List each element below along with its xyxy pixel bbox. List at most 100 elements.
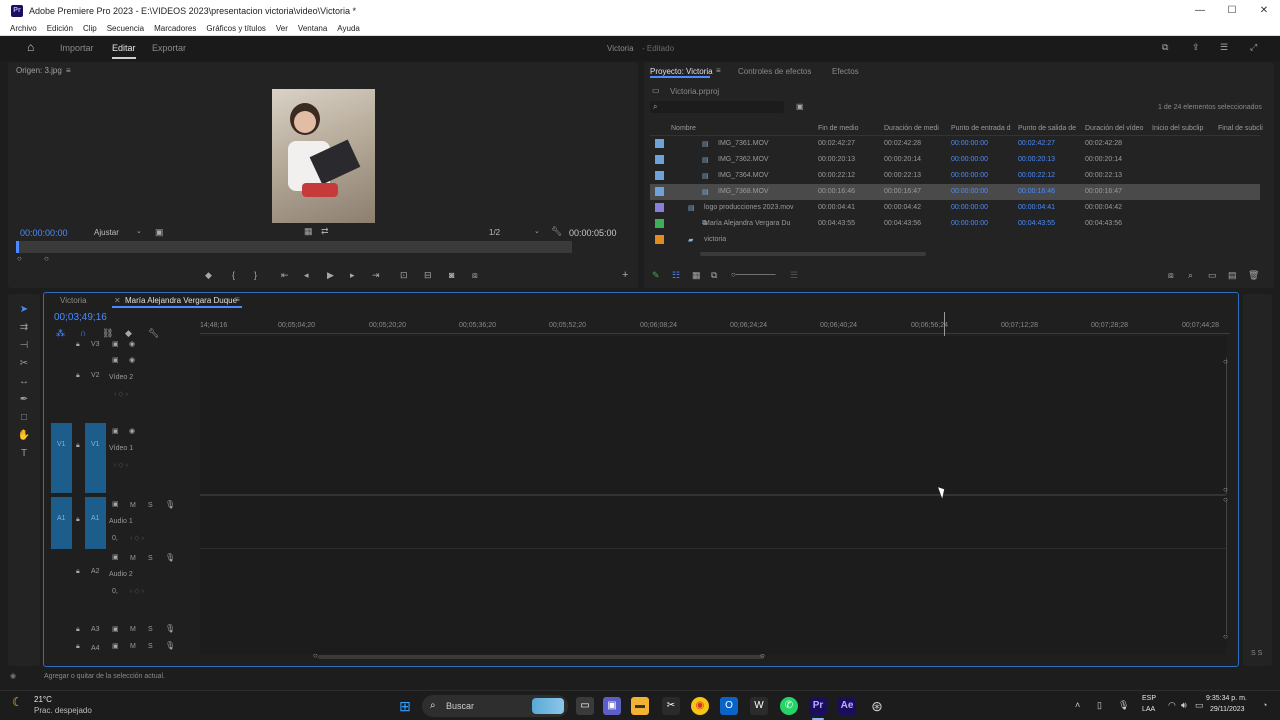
panel-menu-icon[interactable]: ≡ bbox=[716, 66, 721, 76]
chevron-down-icon[interactable]: ⌄ bbox=[534, 227, 540, 237]
scroll-handle[interactable]: ○ bbox=[1223, 495, 1228, 505]
share-icon[interactable]: ⇪ bbox=[1192, 42, 1200, 52]
safe-margins-icon[interactable]: ▣ bbox=[155, 227, 164, 237]
sync-lock-icon[interactable]: ▣ bbox=[112, 553, 119, 563]
workspaces-menu-icon[interactable]: ☰ bbox=[1220, 42, 1228, 52]
project-row[interactable]: ▤ IMG_7362.MOV 00:00:20:13 00:00:20:14 00:00… bbox=[650, 152, 1260, 168]
scroll-handle[interactable]: ○ bbox=[1223, 485, 1228, 495]
pencil-icon[interactable]: ✎ bbox=[652, 270, 660, 280]
premiere-taskbar-icon[interactable]: Pr bbox=[809, 697, 827, 715]
freeform-view-icon[interactable]: ⧉ bbox=[711, 270, 717, 280]
menu-clip[interactable]: Clip bbox=[83, 24, 97, 33]
col-fin-medio[interactable]: Fin de medio bbox=[818, 125, 858, 132]
keyframe-nav-icon[interactable]: ‹ ◇ › bbox=[130, 534, 144, 544]
mute-button-a4[interactable]: M bbox=[130, 643, 136, 650]
col-final-subclip[interactable]: Final de subcli bbox=[1218, 125, 1263, 132]
label-color-swatch[interactable] bbox=[655, 155, 664, 164]
keyframe-nav-icon[interactable]: ‹ ◇ › bbox=[114, 390, 128, 400]
audio-tracks-area[interactable] bbox=[200, 496, 1226, 654]
sort-icon[interactable]: ☰ bbox=[790, 270, 798, 280]
overwrite-icon[interactable]: ⊟ bbox=[424, 270, 432, 280]
sequence-tab-maria[interactable]: María Alejandra Vergara Duque bbox=[125, 296, 237, 305]
menu-ver[interactable]: Ver bbox=[276, 24, 288, 33]
menu-graficos[interactable]: Gráficos y títulos bbox=[206, 24, 266, 33]
col-punto-entrada[interactable]: Punto de entrada d bbox=[951, 125, 1011, 132]
mute-button-a1[interactable]: M bbox=[130, 502, 136, 509]
chrome-icon[interactable]: ◉ bbox=[691, 697, 709, 715]
usb-icon[interactable]: ▯ bbox=[1097, 700, 1102, 710]
col-nombre[interactable]: Nombre bbox=[671, 125, 696, 132]
pen-tool-icon[interactable]: ✒ bbox=[14, 394, 34, 408]
play-icon[interactable]: ▶ bbox=[327, 270, 334, 280]
new-bin-icon[interactable]: ▣ bbox=[796, 102, 804, 112]
close-tab-icon[interactable]: ✕ bbox=[114, 296, 121, 305]
export-frame-icon[interactable]: ⧈ bbox=[472, 270, 478, 280]
keyboard-layout[interactable]: LAA bbox=[1142, 706, 1155, 713]
mark-out-icon[interactable]: } bbox=[254, 270, 257, 280]
track-a2-volume[interactable]: 0, bbox=[112, 588, 118, 595]
col-duracion-video[interactable]: Duración del vídeo bbox=[1085, 125, 1143, 132]
lock-icon[interactable]: 🔒︎ bbox=[76, 515, 80, 525]
audio-vertical-scrollbar[interactable] bbox=[1226, 500, 1232, 634]
clock-time[interactable]: 9:35:34 p. m. bbox=[1206, 695, 1247, 702]
microphone-icon[interactable]: 🎙︎ bbox=[165, 500, 175, 510]
tab-efectos[interactable]: Efectos bbox=[832, 67, 859, 76]
selection-tool-icon[interactable]: ➤ bbox=[14, 304, 34, 318]
label-color-swatch[interactable] bbox=[655, 203, 664, 212]
solo-button-a2[interactable]: S bbox=[148, 555, 153, 562]
microphone-icon[interactable]: 🎙︎ bbox=[1118, 700, 1129, 710]
source-monitor-title[interactable]: Origen: 3.jpg bbox=[16, 66, 62, 75]
snap-icon[interactable]: ∩ bbox=[80, 328, 86, 338]
label-color-swatch[interactable] bbox=[655, 235, 664, 244]
label-color-swatch[interactable] bbox=[655, 219, 664, 228]
sync-lock-icon[interactable]: ▣ bbox=[112, 356, 119, 366]
col-duracion-medio[interactable]: Duración de medi bbox=[884, 125, 939, 132]
scroll-handle-left[interactable]: ○ bbox=[17, 254, 22, 264]
nest-icon[interactable]: ⁂ bbox=[56, 328, 65, 338]
project-row[interactable]: ▤ IMG_7364.MOV 00:00:22:12 00:00:22:13 00:00… bbox=[650, 168, 1260, 184]
eye-icon[interactable]: ◉ bbox=[129, 427, 135, 437]
icon-view-icon[interactable]: ▦ bbox=[692, 270, 701, 280]
lock-icon[interactable]: 🔒︎ bbox=[76, 567, 80, 577]
panel-menu-icon[interactable]: ≡ bbox=[235, 295, 240, 305]
eye-icon[interactable]: ◉ bbox=[129, 356, 135, 366]
taskbar-search-input[interactable]: ⌕ Buscar bbox=[422, 695, 568, 717]
wifi-icon[interactable]: ◠ bbox=[1168, 700, 1176, 710]
trash-icon[interactable]: 🗑︎ bbox=[1248, 270, 1259, 280]
battery-icon[interactable]: ▭ bbox=[1195, 700, 1204, 710]
automate-icon[interactable]: ⧈ bbox=[1168, 270, 1174, 280]
col-punto-salida[interactable]: Punto de salida de bbox=[1018, 125, 1076, 132]
panel-menu-icon[interactable]: ≡ bbox=[66, 66, 71, 76]
project-search-input[interactable] bbox=[650, 101, 784, 113]
fullscreen-icon[interactable]: ⤢ bbox=[1250, 42, 1257, 52]
add-button-icon[interactable]: + bbox=[622, 270, 628, 281]
label-color-swatch[interactable] bbox=[655, 171, 664, 180]
sync-lock-icon[interactable]: ▣ bbox=[112, 340, 119, 350]
system-app-icon[interactable]: ⊛ bbox=[868, 697, 886, 715]
sequence-tab-victoria[interactable]: Victoria bbox=[60, 296, 87, 305]
keyframe-nav-icon[interactable]: ‹ ◇ › bbox=[114, 461, 128, 471]
timeline-playhead[interactable] bbox=[944, 312, 945, 336]
keyframe-nav-icon[interactable]: ‹ ◇ › bbox=[130, 587, 144, 597]
track-target-v1[interactable] bbox=[85, 423, 106, 493]
menu-archivo[interactable]: Archivo bbox=[10, 24, 37, 33]
col-inicio-subclip[interactable]: Inicio del subclip bbox=[1152, 125, 1203, 132]
close-button[interactable]: ✕ bbox=[1248, 0, 1280, 22]
quick-export-icon[interactable]: ⧉ bbox=[1162, 42, 1168, 52]
ripple-edit-tool-icon[interactable]: ⊣ bbox=[14, 340, 34, 354]
source-patch-a1[interactable] bbox=[51, 497, 72, 549]
list-view-icon[interactable]: ☷ bbox=[672, 270, 680, 280]
new-bin-icon[interactable]: ▭ bbox=[1208, 270, 1217, 280]
scroll-handle[interactable]: ○ bbox=[1223, 357, 1228, 367]
task-view-icon[interactable]: ▭ bbox=[576, 697, 594, 715]
label-color-swatch[interactable] bbox=[655, 187, 664, 196]
track-a1-volume[interactable]: 0, bbox=[112, 535, 118, 542]
wrench-icon[interactable]: 🔧︎ bbox=[148, 328, 159, 338]
clock-date[interactable]: 29/11/2023 bbox=[1210, 706, 1245, 713]
project-row[interactable]: ⧉ María Alejandra Vergara Du 00:04:43:55 00… bbox=[650, 216, 1260, 232]
tab-exportar[interactable]: Exportar bbox=[152, 43, 186, 53]
lock-icon[interactable]: 🔒︎ bbox=[76, 625, 80, 635]
project-row[interactable]: ▤ IMG_7361.MOV 00:02:42:27 00:02:42:28 00:00… bbox=[650, 136, 1260, 152]
solo-button-a3[interactable]: S bbox=[148, 626, 153, 633]
microphone-icon[interactable]: 🎙︎ bbox=[165, 641, 175, 651]
